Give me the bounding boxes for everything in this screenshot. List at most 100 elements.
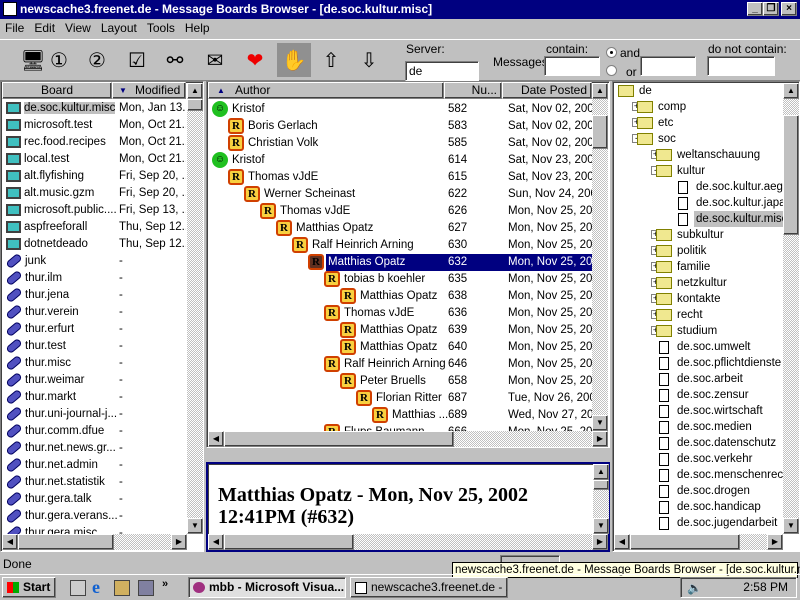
tree-node[interactable]: de.soc.datenschutz [614,435,784,451]
tree-node[interactable]: +netzkultur [614,275,784,291]
window-2-button[interactable]: ② [80,43,114,77]
boards-horizontal-scrollbar[interactable]: ◀ ▶ [2,534,187,550]
thread-row[interactable]: R Matthias Opatz 640 Mon, Nov 25, 2002 [208,339,592,356]
tree-node[interactable]: de.soc.jugendarbeit [614,515,784,531]
thread-row[interactable]: Rtobias b koehler 635 Mon, Nov 25, 2002 [208,271,592,288]
tree-node[interactable]: de.soc.medien [614,419,784,435]
board-row[interactable]: thur.test - [2,337,186,355]
thread-row[interactable]: ☺ Kristof 614 Sat, Nov 23, 2002 [208,152,592,169]
tree-node[interactable]: +studium [614,323,784,339]
tree-node[interactable]: +etc [614,115,784,131]
quicklaunch-tool-icon[interactable] [138,580,154,596]
board-row[interactable]: aspfreeforall Thu, Sep 12... [2,219,186,236]
tree-node[interactable]: +familie [614,259,784,275]
thread-row[interactable]: R Matthias Opatz 638 Mon, Nov 25, 2002 [208,288,592,305]
start-button[interactable]: Start [2,577,56,598]
window-1-button[interactable]: ① [42,43,76,77]
tree-node[interactable]: +comp [614,99,784,115]
tree-node[interactable]: de.soc.wirtschaft [614,403,784,419]
board-row[interactable]: rec.food.recipes Mon, Oct 21... [2,134,186,151]
tree-node[interactable]: de.soc.pflichtdienste [614,355,784,371]
boards-vertical-scrollbar[interactable]: ▲ ▼ [187,83,203,534]
tree-node[interactable]: de.soc.kultur.aegyp [614,179,784,195]
preview-horizontal-scrollbar[interactable]: ◀ ▶ [208,534,608,550]
board-row[interactable]: de.soc.kultur.misc Mon, Jan 13... [2,100,186,117]
connect-board-button[interactable]: ⚯ [158,43,192,77]
board-row[interactable]: thur.jena - [2,286,186,304]
board-row[interactable]: alt.music.gzm Fri, Sep 20, ... [2,185,186,202]
board-row[interactable]: alt.flyfishing Fri, Sep 20, ... [2,168,186,185]
contain2-input[interactable] [640,56,696,76]
restore-button[interactable]: ❐ [763,2,779,16]
board-row[interactable]: thur.comm.dfue - [2,422,186,440]
task-button-newscache[interactable]: newscache3.freenet.de - ... [350,577,508,598]
menu-view[interactable]: View [60,19,96,37]
menu-file[interactable]: File [0,19,29,37]
quicklaunch-desktop-icon[interactable] [70,580,86,596]
tree-node[interactable]: de.soc.umwelt [614,339,784,355]
board-row[interactable]: thur.gera.verans... - [2,507,186,525]
preview-vertical-scrollbar[interactable]: ▲ ▼ [593,464,609,534]
board-row[interactable]: thur.misc - [2,354,186,372]
thread-row[interactable]: R Thomas vJdE 626 Mon, Nov 25, 2002 [208,203,592,220]
down-page-button[interactable]: ⇩ [352,43,386,77]
board-row[interactable]: thur.uni-journal-j... - [2,405,186,423]
tree-node[interactable]: de.soc.zensur [614,387,784,403]
menu-help[interactable]: Help [180,19,215,37]
threads-horizontal-scrollbar[interactable]: ◀ ▶ [208,431,608,447]
up-page-button[interactable]: ⇧ [314,43,348,77]
task-button-mbb[interactable]: mbb - Microsoft Visua... [188,577,346,598]
menu-edit[interactable]: Edit [29,19,60,37]
column-header-modified[interactable]: ▼ Modified [112,82,186,99]
minimize-button[interactable]: _ [747,2,763,16]
tree-node[interactable]: de [614,83,784,99]
threads-vertical-scrollbar[interactable]: ▲ ▼ [592,83,608,431]
thread-row[interactable]: R Boris Gerlach 583 Sat, Nov 02, 2002 [208,118,592,135]
tree-node[interactable]: +recht [614,307,784,323]
menu-tools[interactable]: Tools [142,19,180,37]
board-row[interactable]: thur.erfurt - [2,320,186,338]
tree-node[interactable]: +weltanschauung [614,147,784,163]
tree-node[interactable]: de.soc.drogen [614,483,784,499]
thread-row[interactable]: ☺ Kristof 582 Sat, Nov 02, 2002 [208,101,592,118]
tree-node[interactable]: +politik [614,243,784,259]
tree-node[interactable]: +subkultur [614,227,784,243]
or-radio[interactable] [606,65,617,76]
board-row[interactable]: thur.verein - [2,303,186,321]
column-header-number[interactable]: Nu... [444,82,502,99]
hand-button[interactable]: ✋ [277,43,311,77]
tree-node[interactable]: de.soc.kultur.misc [614,211,784,227]
thread-row[interactable]: R Florian Ritter 687 Tue, Nov 26, 2002 [208,390,592,407]
thread-row[interactable]: R Thomas vJdE 636 Mon, Nov 25, 2002 [208,305,592,322]
board-row[interactable]: thur.net.news.gr... - [2,439,186,457]
connect-message-button[interactable]: ✉ [198,43,232,77]
board-row[interactable]: thur.markt - [2,388,186,406]
board-row[interactable]: microsoft.test Mon, Oct 21... [2,117,186,134]
tree-node[interactable]: de.soc.handicap [614,499,784,515]
server-input[interactable] [405,61,479,81]
thread-row[interactable]: R Matthias Opatz 639 Mon, Nov 25, 2002 [208,322,592,339]
thread-row[interactable]: R Werner Scheinast 622 Sun, Nov 24, 2002 [208,186,592,203]
thread-row[interactable]: R Matthias Opatz 627 Mon, Nov 25, 2002 [208,220,592,237]
volume-icon[interactable]: 🔈 [687,579,702,598]
checklist-button[interactable]: ☑ [120,43,154,77]
thread-row[interactable]: R Matthias Opatz 632 Mon, Nov 25, 2002 [208,254,592,271]
close-button[interactable]: × [781,2,797,16]
tree-node[interactable]: de.soc.menschenrecht [614,467,784,483]
tree-node[interactable]: -kultur [614,163,784,179]
not-contain-input[interactable] [707,56,775,76]
column-header-date[interactable]: Date Posted [502,82,592,99]
board-row[interactable]: local.test Mon, Oct 21... [2,151,186,168]
board-row[interactable]: thur.ilm - [2,269,186,287]
thread-row[interactable]: R Ralf Heinrich Arning646 Mon, Nov 25, 200… [208,356,592,373]
tree-node[interactable]: -soc [614,131,784,147]
board-row[interactable]: thur.net.statistik - [2,473,186,491]
tree-horizontal-scrollbar[interactable]: ◀ ▶ [614,534,783,550]
column-header-board[interactable]: Board [2,82,112,99]
board-row[interactable]: thur.weimar - [2,371,186,389]
tree-vertical-scrollbar[interactable]: ▲ ▼ [783,83,799,534]
quicklaunch-explorer-icon[interactable] [114,580,130,596]
favorites-heart-button[interactable]: ❤ [238,43,272,77]
thread-row[interactable]: R Peter Bruells 658 Mon, Nov 25, 2002 [208,373,592,390]
and-radio[interactable] [606,47,617,58]
